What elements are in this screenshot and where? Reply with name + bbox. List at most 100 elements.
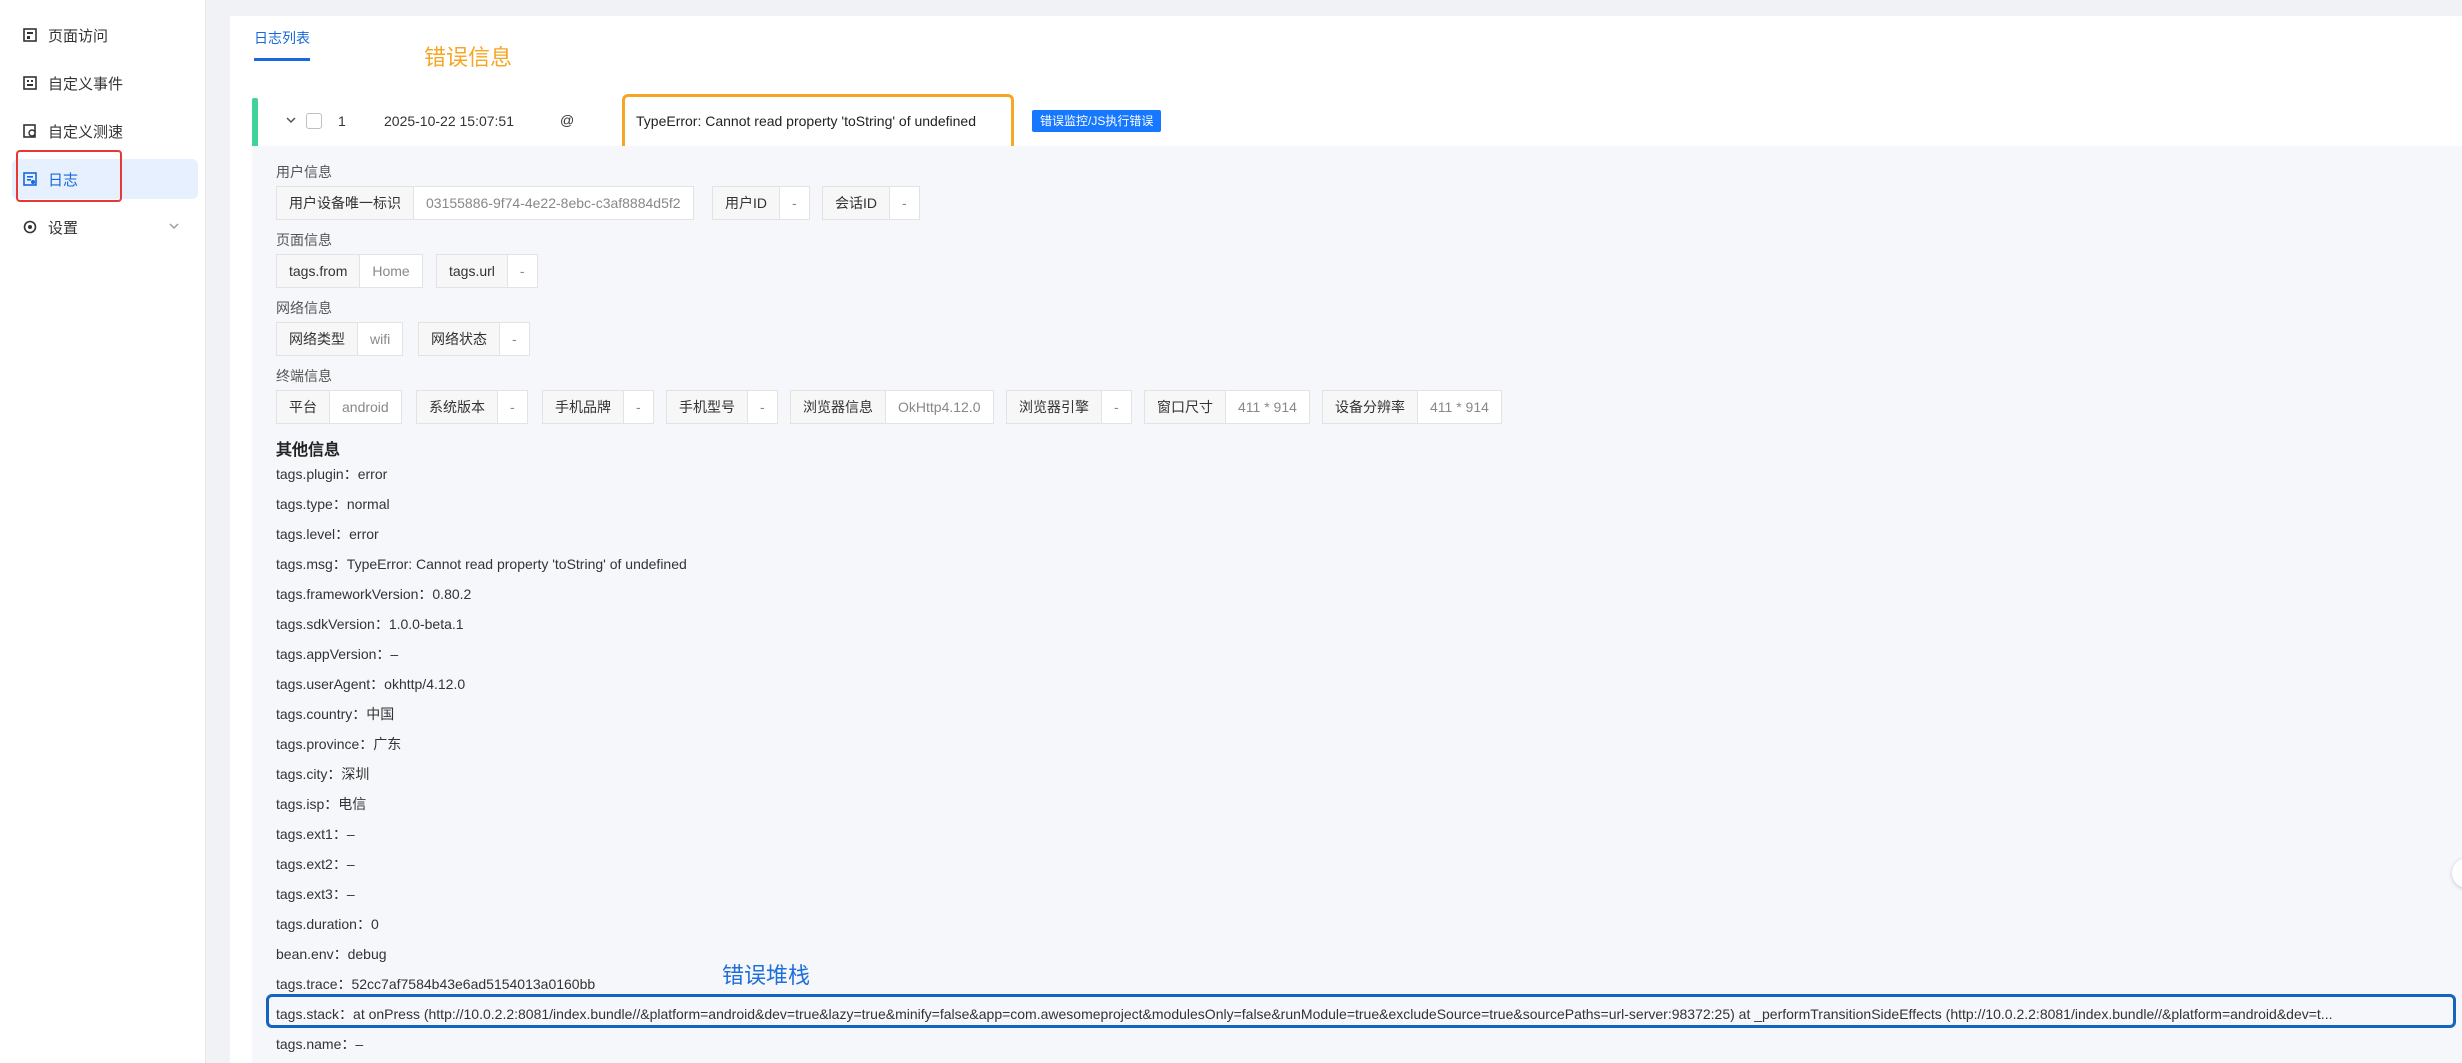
row-timestamp: 2025-10-22 15:07:51 — [384, 113, 514, 129]
tab-active-indicator — [254, 58, 310, 61]
field-key: 手机品牌 — [543, 391, 624, 423]
field-key: 会话ID — [823, 187, 890, 219]
field-key: 平台 — [277, 391, 330, 423]
page-visit-icon — [22, 27, 38, 43]
field-value: - — [792, 195, 797, 211]
section-title-page: 页面信息 — [276, 232, 332, 248]
field-value: android — [342, 399, 389, 415]
tag-line: tags.country：中国 — [276, 706, 395, 722]
sidebar-item-label: 自定义事件 — [48, 75, 124, 93]
tag-line: tags.ext2：– — [276, 856, 355, 872]
sidebar-item-label: 页面访问 — [48, 27, 109, 45]
field-value: - — [512, 331, 517, 347]
field-value: - — [636, 399, 641, 415]
tag-line: tags.frameworkVersion：0.80.2 — [276, 586, 472, 602]
tag-line: tags.ext1：– — [276, 826, 355, 842]
field-key: 设备分辨率 — [1323, 391, 1418, 423]
section-title-other: 其他信息 — [276, 442, 341, 459]
sidebar-item-settings[interactable]: 设置 — [12, 207, 198, 247]
field-tags-from: tags.from Home — [276, 254, 423, 288]
field-os-version: 系统版本 - — [416, 390, 528, 424]
sidebar-item-custom-event[interactable]: 自定义事件 — [12, 63, 198, 103]
tag-line: tags.appVersion：– — [276, 646, 399, 662]
field-network-status: 网络状态 - — [418, 322, 530, 356]
tag-line: tags.trace：52cc7af7584b43e6ad5154013a016… — [276, 976, 596, 992]
sidebar-item-custom-speed[interactable]: 自定义测速 — [12, 111, 198, 151]
expand-chevron-icon[interactable] — [284, 113, 298, 132]
custom-event-icon — [22, 75, 38, 91]
tab-log-list[interactable]: 日志列表 — [254, 28, 310, 48]
field-network-type: 网络类型 wifi — [276, 322, 404, 356]
tag-line: tags.msg：TypeError: Cannot read property… — [276, 556, 687, 572]
tag-line: tags.userAgent：okhttp/4.12.0 — [276, 676, 466, 692]
tab-bar: 日志列表 — [230, 16, 2462, 66]
field-value: - — [902, 195, 907, 211]
row-index: 1 — [338, 113, 346, 129]
field-key: 网络类型 — [277, 323, 358, 355]
field-phone-model: 手机型号 - — [666, 390, 778, 424]
sidebar-item-page-visit[interactable]: 页面访问 — [12, 15, 198, 55]
tag-line: bean.env：debug — [276, 946, 387, 962]
field-key: 窗口尺寸 — [1145, 391, 1226, 423]
row-error-message[interactable]: TypeError: Cannot read property 'toStrin… — [636, 113, 976, 129]
field-key: 用户ID — [713, 187, 780, 219]
tag-line: tags.plugin：error — [276, 466, 388, 482]
field-tags-url: tags.url - — [436, 254, 538, 288]
field-key: 浏览器引擎 — [1007, 391, 1102, 423]
field-value: - — [519, 263, 525, 279]
settings-icon — [22, 219, 38, 235]
log-detail-panel — [252, 146, 2462, 1063]
field-key: 用户设备唯一标识 — [277, 187, 414, 219]
field-user-id: 用户ID - — [712, 186, 810, 220]
section-title-terminal: 终端信息 — [276, 368, 332, 384]
row-at-symbol: @ — [560, 112, 575, 128]
sidebar-item-label: 设置 — [48, 219, 79, 237]
field-window-size: 窗口尺寸 411 * 914 — [1144, 390, 1310, 424]
sidebar-item-log[interactable]: 日志 — [12, 159, 198, 199]
row-checkbox[interactable] — [306, 113, 322, 129]
field-key: tags.from — [277, 255, 361, 287]
field-phone-brand: 手机品牌 - — [542, 390, 654, 424]
field-value: Home — [372, 263, 410, 279]
tag-line: tags.type：normal — [276, 496, 390, 512]
annotation-error-info: 错误信息 — [424, 45, 513, 70]
tag-line: tags.name：– — [276, 1036, 364, 1052]
field-browser-info: 浏览器信息 OkHttp4.12.0 — [790, 390, 994, 424]
annotation-error-stack: 错误堆栈 — [722, 963, 811, 988]
tag-line: tags.isp：电信 — [276, 796, 367, 812]
field-value: 411 * 914 — [1238, 399, 1297, 415]
chevron-down-icon — [168, 219, 180, 236]
field-key: tags.url — [437, 255, 508, 287]
tag-line: tags.level：error — [276, 526, 379, 542]
section-title-network: 网络信息 — [276, 300, 332, 316]
row-category-tag: 错误监控/JS执行错误 — [1032, 110, 1162, 132]
field-device-resolution: 设备分辨率 411 * 914 — [1322, 390, 1502, 424]
tag-line: tags.ext3：– — [276, 886, 355, 902]
tag-line: tags.duration：0 — [276, 916, 379, 932]
sidebar-item-label: 日志 — [48, 171, 79, 189]
log-icon — [22, 171, 38, 187]
field-value: - — [760, 399, 765, 415]
field-device-id: 用户设备唯一标识 03155886-9f74-4e22-8ebc-c3af888… — [276, 186, 694, 220]
section-title-user: 用户信息 — [276, 164, 332, 180]
field-key: 手机型号 — [667, 391, 748, 423]
field-value: - — [1114, 399, 1119, 415]
tag-line: tags.province：广东 — [276, 736, 402, 752]
field-key: 浏览器信息 — [791, 391, 886, 423]
field-key: 系统版本 — [417, 391, 498, 423]
field-value: 411 * 914 — [1430, 399, 1489, 415]
sidebar-item-label: 自定义测速 — [48, 123, 124, 141]
sidebar: 页面访问 自定义事件 自定义测速 日志 设置 — [0, 0, 206, 1063]
field-session-id: 会话ID - — [822, 186, 920, 220]
tag-line: tags.city：深圳 — [276, 766, 370, 782]
custom-speed-icon — [22, 123, 38, 139]
field-value: OkHttp4.12.0 — [898, 399, 981, 415]
field-platform: 平台 android — [276, 390, 402, 424]
field-key: 网络状态 — [419, 323, 500, 355]
field-value: - — [510, 399, 515, 415]
tag-line-stack[interactable]: tags.stack：at onPress (http://10.0.2.2:8… — [276, 1004, 2446, 1024]
field-value: 03155886-9f74-4e22-8ebc-c3af8884d5f2 — [426, 195, 681, 211]
field-value: wifi — [370, 331, 391, 347]
tag-line: tags.sdkVersion：1.0.0-beta.1 — [276, 616, 464, 632]
field-browser-engine: 浏览器引擎 - — [1006, 390, 1132, 424]
